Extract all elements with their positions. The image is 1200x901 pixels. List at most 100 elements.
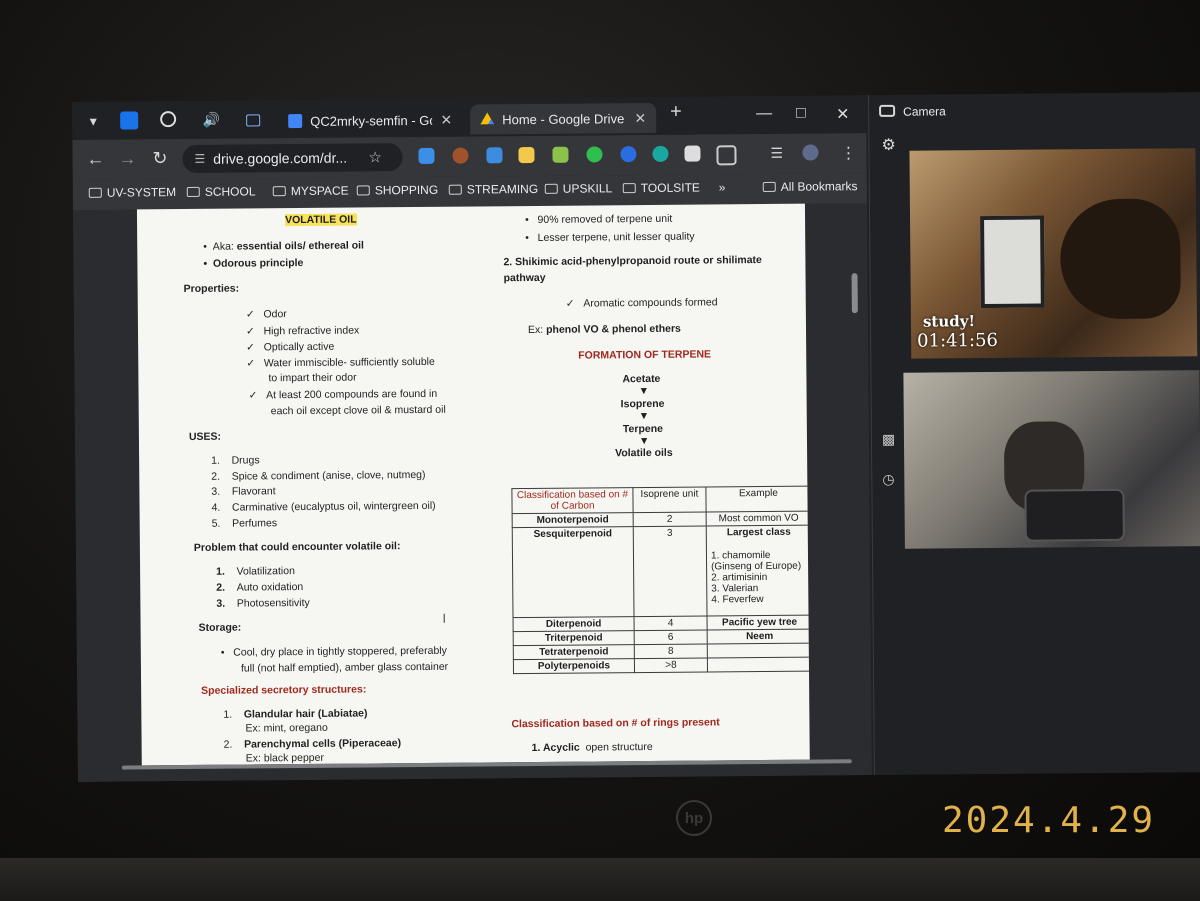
extension-icon[interactable]: [486, 147, 503, 164]
timer-off-icon[interactable]: ◷: [882, 471, 894, 488]
table-cell: [707, 657, 810, 672]
table-cell: Most common VO: [706, 511, 810, 526]
table-cell: Tetraterpenoid: [513, 644, 635, 660]
list-item: 2. Parenchymal cells (Piperaceae): [223, 737, 402, 751]
bookmark-star-icon[interactable]: ☆: [368, 148, 382, 166]
extension-icon[interactable]: [620, 146, 637, 163]
section-heading: Properties:: [183, 282, 240, 296]
extension-icon[interactable]: [452, 147, 469, 164]
tab-search-icon[interactable]: ▾: [84, 112, 102, 130]
menu-icon[interactable]: ⋮: [840, 143, 856, 163]
text-cursor-icon: I: [442, 610, 447, 626]
back-icon[interactable]: ←: [86, 149, 104, 170]
doc-title: VOLATILE OIL: [284, 213, 357, 227]
table-cell: 6: [634, 629, 708, 645]
hp-logo: hp: [676, 800, 712, 836]
example-item: 2. artimisinin: [711, 571, 768, 584]
table-cell: 8: [634, 643, 708, 659]
site-info-icon[interactable]: ☰: [194, 152, 205, 166]
table-cell: Polyterpenoids: [513, 658, 635, 674]
list-item: each oil except clove oil & mustard oil: [270, 403, 446, 418]
table-cell: Pacific yew tree: [707, 615, 810, 630]
record-icon[interactable]: [160, 111, 177, 128]
list-item: full (not half emptied), amber glass con…: [240, 660, 449, 675]
gear-icon[interactable]: ⚙: [881, 135, 896, 155]
table-cell: Largest class 1. chamomile (Ginseng of E…: [706, 525, 810, 616]
more-bookmarks-button[interactable]: »: [719, 180, 726, 194]
close-icon[interactable]: ✕: [440, 111, 452, 128]
avatar[interactable]: [802, 144, 819, 161]
flow-step: Acetate: [622, 372, 661, 386]
docs-icon: [288, 113, 303, 129]
captions-off-icon[interactable]: ▩: [882, 431, 895, 448]
list-item: 4. Carminative (eucalyptus oil, wintergr…: [211, 499, 436, 514]
bookmark-folder[interactable]: SHOPPING: [356, 183, 438, 198]
app-icon[interactable]: [120, 111, 139, 130]
maximize-icon[interactable]: □: [796, 105, 806, 123]
person-image: [1059, 198, 1181, 320]
media-icon[interactable]: ☰: [770, 145, 783, 162]
vertical-scrollbar[interactable]: [851, 273, 858, 314]
list-item: to impart their odor: [268, 371, 357, 385]
puzzle-icon[interactable]: [716, 145, 737, 166]
forward-icon[interactable]: →: [118, 148, 136, 169]
list-item: 2. Auto oxidation: [216, 581, 304, 594]
list-item: 1. Acyclic open structure: [531, 740, 653, 755]
list-item: 1. Volatilization: [216, 565, 295, 578]
table-row: Sesquiterpenoid 3 Largest class 1. chamo…: [512, 525, 810, 618]
extension-icon[interactable]: [652, 145, 669, 162]
camera-panel: Camera ⚙ ▩ ◷ study! 01:41:56: [867, 92, 1200, 776]
example-line: Ex: phenol VO & phenol ethers: [527, 322, 681, 337]
reload-icon[interactable]: ↻: [152, 148, 167, 169]
laptop-lip: [0, 858, 1200, 901]
list-item: ✓ Aromatic compounds formed: [565, 296, 718, 310]
document-viewport[interactable]: VOLATILE OIL • Aka: essential oils/ ethe…: [72, 203, 872, 782]
new-tab-button[interactable]: +: [670, 101, 682, 124]
example-item: 1. chamomile: [710, 549, 771, 562]
folder-icon: [622, 183, 636, 194]
extension-icon[interactable]: [552, 146, 569, 163]
all-bookmarks[interactable]: All Bookmarks: [762, 179, 858, 194]
route-heading: 2. Shikimic acid-phenylpropanoid route o…: [503, 253, 762, 269]
section-heading: USES:: [188, 430, 222, 443]
sound-icon[interactable]: 🔊: [202, 111, 220, 129]
bookmark-folder[interactable]: TOOLSITE: [622, 181, 700, 196]
folder-icon: [88, 187, 102, 198]
list-item: 5. Perfumes: [211, 517, 278, 530]
extension-icon[interactable]: [518, 146, 535, 164]
table-cell: [707, 643, 810, 658]
flow-step: Terpene: [622, 422, 664, 436]
cast-icon[interactable]: [246, 114, 261, 127]
bookmark-folder[interactable]: SCHOOL: [186, 184, 256, 199]
list-item: Ex: mint, oregano: [245, 721, 328, 735]
table-row: Polyterpenoids >8: [513, 657, 810, 674]
tab-docs[interactable]: QC2mrky-semfin - Googl ✕: [278, 105, 462, 137]
bookmark-folder[interactable]: MYSPACE: [272, 184, 349, 199]
list-item: • 90% removed of terpene unit: [524, 212, 673, 227]
folder-icon: [272, 186, 286, 197]
list-item: ✓ Odor: [245, 308, 287, 321]
section-heading: Classification based on # of rings prese…: [511, 716, 720, 731]
bookmark-folder[interactable]: STREAMING: [448, 182, 538, 197]
extension-icon[interactable]: [418, 147, 435, 164]
list-item: ✓ High refractive index: [245, 324, 360, 338]
list-item: • Cool, dry place in tightly stoppered, …: [220, 644, 447, 659]
tab-drive[interactable]: Home - Google Drive ✕: [470, 102, 657, 135]
table-cell: Neem: [707, 629, 810, 644]
phone-image: [1024, 488, 1125, 542]
bookmark-folder[interactable]: UPSKILL: [544, 181, 612, 196]
minimize-icon[interactable]: —: [756, 105, 772, 123]
close-window-icon[interactable]: ✕: [836, 104, 850, 124]
table-cell: Sesquiterpenoid: [512, 526, 635, 618]
browser-window: ▾ 🔊 QC2mrky-semfin - Googl ✕ Home - Goog…: [72, 95, 872, 782]
bookmark-folder[interactable]: UV-SYSTEM: [88, 185, 176, 200]
example-item: 4. Feverfew: [711, 593, 764, 606]
extension-icon[interactable]: [586, 146, 603, 163]
section-heading: Problem that could encounter volatile oi…: [193, 540, 401, 554]
close-icon[interactable]: ✕: [634, 109, 646, 126]
folder-icon: [448, 184, 462, 195]
folder-icon: [186, 186, 200, 198]
extension-icon[interactable]: [684, 145, 701, 162]
study-timer: 01:41:56: [917, 329, 999, 352]
document-page: VOLATILE OIL • Aka: essential oils/ ethe…: [136, 203, 810, 766]
